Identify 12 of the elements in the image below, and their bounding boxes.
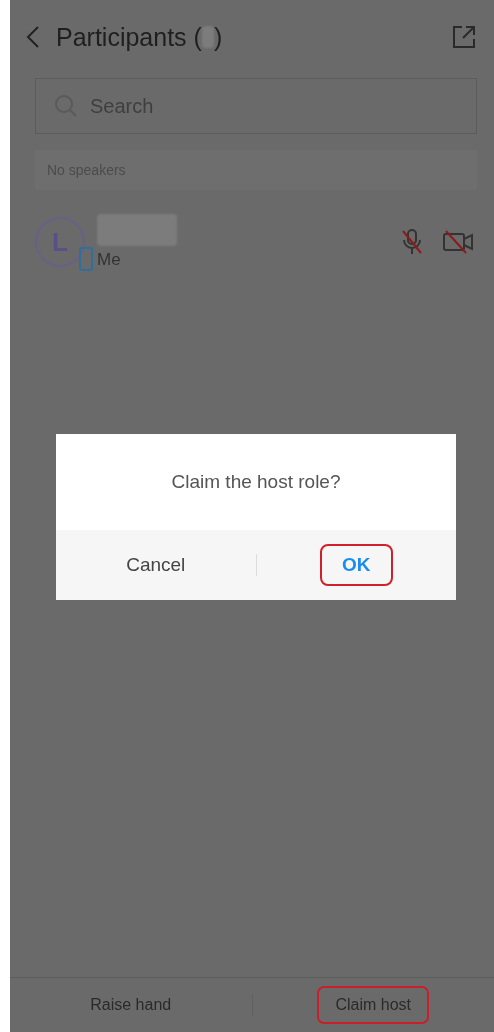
title-parenthesis: ): [213, 22, 223, 52]
dialog-button[interactable]: OK: [320, 544, 393, 586]
mic-muted-icon[interactable]: [400, 228, 424, 256]
bottom-action-button[interactable]: Raise hand: [72, 986, 190, 1024]
dialog-button[interactable]: Cancel: [104, 544, 208, 586]
back-icon[interactable]: [26, 25, 40, 49]
bottom-action-button[interactable]: Claim host: [317, 986, 430, 1024]
phone-icon: [79, 247, 93, 271]
dialog-message: Claim the host role?: [170, 470, 342, 494]
page-title: Participants (: [56, 22, 202, 52]
share-icon[interactable]: [452, 25, 476, 49]
camera-off-icon[interactable]: [442, 229, 474, 255]
